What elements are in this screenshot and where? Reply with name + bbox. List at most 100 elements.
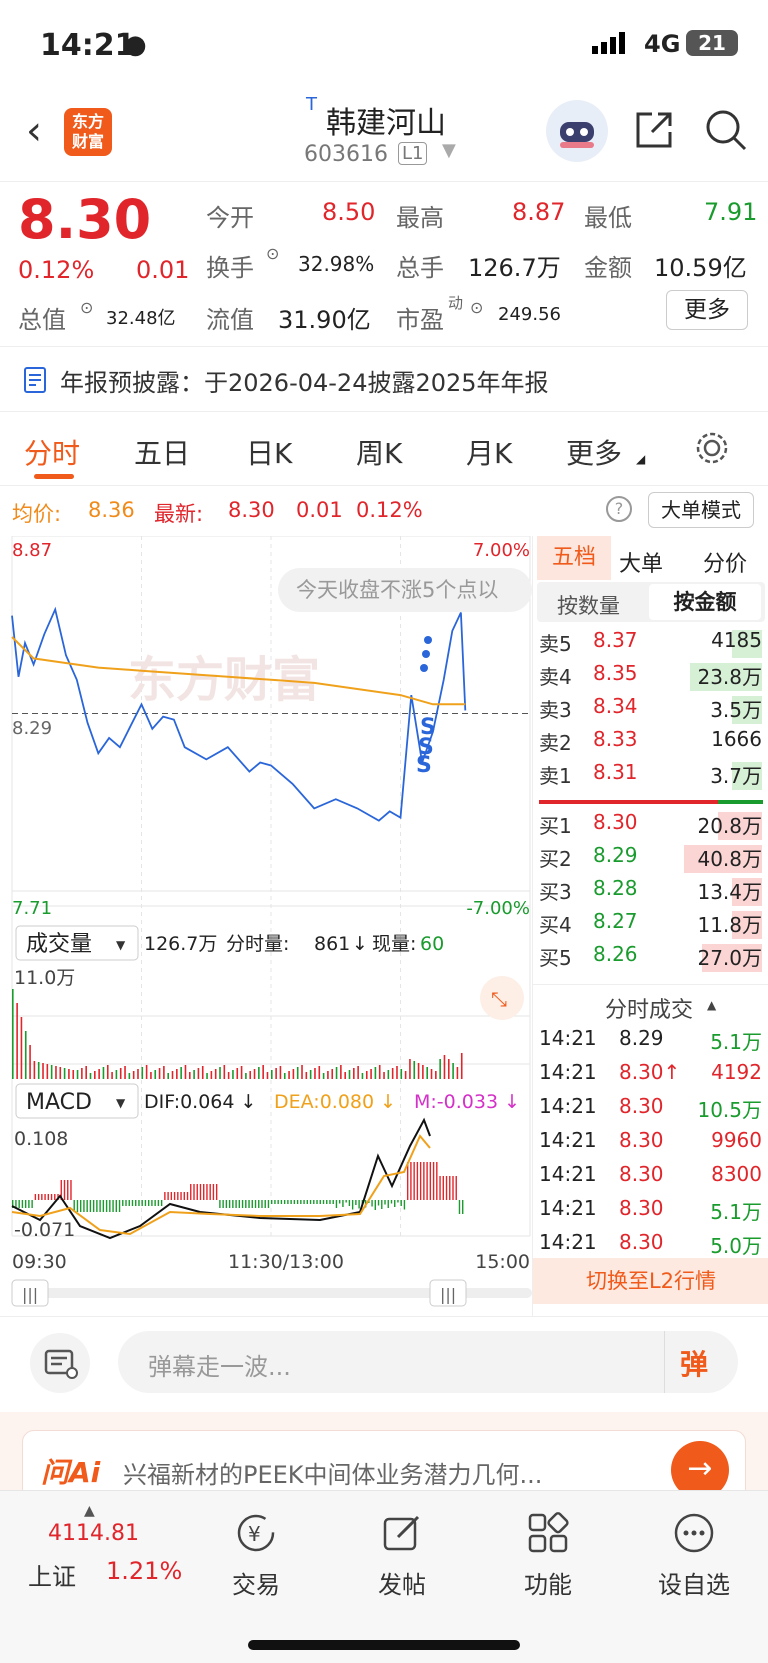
info-icon[interactable]: ⊙	[266, 244, 279, 263]
intraday-chart[interactable]: 8.87 8.29 7.71 7.00% -7.00% 东方财富 今天收盘不涨5…	[0, 536, 532, 1316]
macd-bar	[70, 1180, 72, 1200]
tab-weekly-k[interactable]: 周K	[356, 432, 402, 472]
volume-bar	[456, 1067, 459, 1079]
status-time: 14:21	[40, 28, 136, 63]
macd-bar	[277, 1200, 279, 1204]
pe-label: 市盈	[396, 306, 444, 334]
macd-bar	[86, 1200, 88, 1212]
index-pct[interactable]: 1.21%	[106, 1557, 182, 1585]
tick-qty: 8300	[711, 1162, 762, 1186]
danmu-placeholder: 弹幕走一波...	[148, 1353, 291, 1381]
robot-assistant-icon[interactable]	[546, 100, 608, 162]
macd-bar	[416, 1162, 419, 1200]
volume-bar	[262, 1065, 264, 1079]
tab-monthly-k[interactable]: 月K	[466, 432, 512, 472]
macd-bar	[235, 1200, 237, 1208]
volume-bar	[102, 1067, 105, 1079]
volume-bar	[55, 1066, 57, 1079]
by-amount-toggle[interactable]: 按金额	[649, 584, 761, 620]
tab-daily-k[interactable]: 日K	[246, 432, 292, 472]
volume-bar	[417, 1063, 420, 1079]
tick-price: 8.30	[619, 1162, 664, 1186]
volume-bar	[391, 1068, 394, 1079]
macd-bar	[439, 1176, 441, 1200]
tick-time: 14:21	[539, 1128, 597, 1152]
volume-bar	[24, 1031, 27, 1079]
trade-button[interactable]: ¥ 交易	[196, 1511, 316, 1600]
latest-pct: 0.12%	[356, 498, 423, 522]
macd-bar	[160, 1200, 163, 1206]
collapse-icon[interactable]: ▲	[707, 998, 716, 1012]
ask-price: 8.33	[593, 727, 638, 751]
macd-bar	[283, 1200, 286, 1204]
stock-code: 603616	[304, 142, 388, 167]
grid-apps-icon	[528, 1512, 569, 1553]
macd-bar	[355, 1200, 357, 1205]
tab-five-day[interactable]: 五日	[134, 432, 190, 472]
time-axis-start: 09:30	[12, 1251, 67, 1273]
macd-bar	[426, 1162, 428, 1200]
macd-bar	[222, 1200, 224, 1208]
macd-bar	[251, 1200, 253, 1208]
announcement-banner[interactable]: 年报预披露：于2026-04-24披露2025年年报	[0, 346, 768, 412]
volume-bar	[378, 1065, 381, 1079]
edit-icon	[383, 1515, 420, 1551]
share-icon[interactable]	[632, 108, 676, 152]
add-watchlist-button[interactable]: 设自选	[634, 1511, 754, 1600]
danmu-settings-icon[interactable]	[30, 1333, 90, 1393]
info-icon[interactable]: ⊙	[470, 298, 483, 317]
volume-bar	[439, 1059, 441, 1079]
ask-level-label: 卖2	[539, 731, 572, 755]
macd-bar	[410, 1162, 412, 1200]
tick-qty: 10.5万	[697, 1098, 762, 1122]
big-order-mode-button[interactable]: 大单模式	[648, 492, 754, 528]
macd-bar	[24, 1200, 27, 1208]
by-quantity-toggle[interactable]: 按数量	[557, 590, 620, 620]
switch-l2-button[interactable]: 切换至L2行情	[533, 1258, 768, 1304]
post-button[interactable]: 发帖	[342, 1511, 462, 1600]
more-button[interactable]: 更多	[666, 290, 748, 330]
macd-bar	[309, 1200, 312, 1204]
volume-bar	[119, 1068, 122, 1079]
latest-label: 最新:	[154, 502, 204, 526]
info-icon[interactable]: ⊙	[80, 298, 93, 317]
volume-bar	[327, 1071, 329, 1079]
volume-bar	[214, 1069, 217, 1079]
tab-intraday[interactable]: 分时	[24, 432, 80, 472]
range-handle-left-grip: |||	[22, 1285, 38, 1304]
volume-bar	[322, 1073, 325, 1079]
tab-level5[interactable]: 五档	[537, 536, 611, 580]
volume-bar	[452, 1063, 454, 1079]
macd-bar	[102, 1200, 105, 1212]
macd-bar	[332, 1200, 334, 1204]
macd-bar	[387, 1200, 389, 1208]
index-name[interactable]: 上证	[28, 1557, 76, 1592]
macd-bar	[274, 1200, 276, 1204]
macd-bar	[267, 1200, 270, 1208]
down-arrow-icon: ↓	[352, 933, 368, 955]
price-axis-top: 8.87	[12, 540, 52, 561]
macd-bar	[462, 1200, 464, 1214]
macd-bar	[232, 1200, 234, 1208]
volume-bars	[12, 989, 463, 1079]
tab-more[interactable]: 更多	[566, 432, 622, 472]
bid-level-label: 买5	[539, 946, 572, 970]
macd-bar	[280, 1200, 283, 1204]
macd-bar	[18, 1200, 20, 1208]
macd-bar	[261, 1200, 263, 1208]
search-icon[interactable]	[704, 108, 748, 152]
dropdown-icon[interactable]: ▼	[442, 140, 456, 161]
open-label: 今开	[206, 204, 254, 232]
index-value[interactable]: 4114.81	[48, 1521, 139, 1546]
danmu-bar: 弹幕走一波... 弹	[0, 1316, 768, 1412]
back-icon[interactable]: ‹	[26, 108, 42, 154]
volume-total: 126.7万	[144, 933, 217, 955]
volume-bar	[426, 1067, 428, 1079]
tab-big-order[interactable]: 大单	[619, 546, 663, 578]
help-icon[interactable]: ?	[606, 496, 632, 522]
settings-gear-icon[interactable]	[694, 430, 730, 466]
tab-price-dist[interactable]: 分价	[703, 546, 747, 578]
functions-button[interactable]: 功能	[488, 1511, 608, 1600]
last-price: 8.30	[18, 188, 152, 251]
volume-bar	[111, 1072, 113, 1079]
